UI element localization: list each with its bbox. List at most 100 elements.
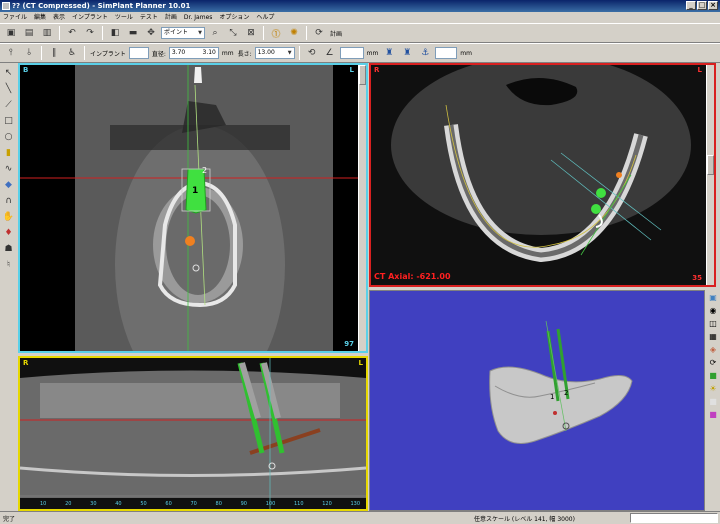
info-icon[interactable]: ⓵ <box>268 25 284 41</box>
extra-field[interactable] <box>435 47 458 59</box>
arch-icon[interactable]: ∩ <box>2 194 15 207</box>
status-progress <box>630 513 718 523</box>
close-button[interactable]: × <box>708 1 718 10</box>
implant-toolbar: ⫯ ⫰ ∥ ♿ インプラント 直径: 3.70 3.10 mm 長さ: 13.0… <box>0 43 720 63</box>
menu-plan[interactable]: 計画 <box>165 12 177 23</box>
diameter-field[interactable]: 3.70 3.10 <box>168 47 219 59</box>
line-icon[interactable]: ╲ <box>2 82 15 95</box>
panoramic-image <box>20 358 366 509</box>
axial-scrollbar[interactable] <box>706 65 714 285</box>
3d-view[interactable]: 1 2 <box>369 290 705 511</box>
diameter-unit: mm <box>221 49 234 57</box>
coronal-right-marker: L <box>349 66 354 74</box>
length-field[interactable]: 13.00 ▼ <box>254 47 295 59</box>
coronal-scroll-thumb[interactable] <box>359 65 366 85</box>
scale-tick: 30 <box>90 501 97 507</box>
open-folder-icon[interactable]: ▣ <box>3 25 19 41</box>
3d-model-image: 1 2 <box>370 291 704 510</box>
window-controls: _ □ × <box>686 1 718 10</box>
surface-icon[interactable]: ◈ <box>708 344 718 354</box>
length-value: 13.00 <box>257 49 275 56</box>
axial-view[interactable]: R L CT Axial: -621.00 35 <box>369 63 716 287</box>
view-side-icon[interactable]: ◉ <box>708 305 718 315</box>
cube-icon[interactable]: ◆ <box>2 178 15 191</box>
axial-image <box>371 65 714 285</box>
window-title: ?? (CT Compressed) - SimPlant Planner 10… <box>12 2 191 10</box>
white-object-icon[interactable]: ■ <box>708 396 718 406</box>
menu-help[interactable]: ヘルプ <box>256 12 274 23</box>
menu-bar: ファイル 編集 表示 インプラント ツール テスト 計画 Dr. James オ… <box>0 12 720 23</box>
measure-icon[interactable]: ⤡ <box>225 25 241 41</box>
menu-view[interactable]: 表示 <box>53 12 65 23</box>
save-icon[interactable]: ▤ <box>21 25 37 41</box>
hand-icon[interactable]: ✋ <box>2 210 15 223</box>
rectangle-icon[interactable]: □ <box>2 114 15 127</box>
scale-tick: 80 <box>215 501 222 507</box>
menu-test[interactable]: テスト <box>140 12 158 23</box>
contrast-icon[interactable]: ◧ <box>107 25 123 41</box>
main-toolbar: ▣ ▤ ▥ ↶ ↷ ◧ ▬ ✥ ポイント ▼ ⌕ ⤡ ⊠ ⓵ ✺ ⟳ 計画 <box>0 23 720 43</box>
scale-tick: 70 <box>190 501 197 507</box>
redo-icon[interactable]: ↷ <box>82 25 98 41</box>
green-object-icon[interactable]: ■ <box>708 370 718 380</box>
scale-tick: 110 <box>293 501 304 507</box>
rotate-icon[interactable]: ⟲ <box>304 45 320 61</box>
tooth-icon[interactable]: ♜ <box>381 45 397 61</box>
menu-file[interactable]: ファイル <box>3 12 27 23</box>
coronal-view[interactable]: 1 2 B L 97 <box>18 63 368 353</box>
menu-user[interactable]: Dr. James <box>184 12 212 23</box>
print-icon[interactable]: ▥ <box>39 25 55 41</box>
anchor-icon[interactable]: ⚓ <box>417 45 433 61</box>
undo-icon[interactable]: ↶ <box>64 25 80 41</box>
light-icon[interactable]: ☀ <box>708 383 718 393</box>
status-text: 完了 <box>3 515 16 523</box>
angle-icon[interactable]: ∠ <box>322 45 338 61</box>
maximize-button[interactable]: □ <box>697 1 707 10</box>
menu-options[interactable]: オプション <box>219 12 249 23</box>
person-icon[interactable]: ☗ <box>2 242 15 255</box>
fit-icon[interactable]: ⊠ <box>243 25 259 41</box>
implant-field[interactable] <box>128 47 149 59</box>
label-icon[interactable]: ▮ <box>2 146 15 159</box>
window-level-icon[interactable]: ▬ <box>125 25 141 41</box>
menu-implant[interactable]: インプラント <box>72 12 108 23</box>
tooth-alt-icon[interactable]: ♜ <box>399 45 415 61</box>
settings-icon[interactable]: ✺ <box>286 25 302 41</box>
scale-tick: 130 <box>350 501 360 507</box>
zoom-icon[interactable]: ⌕ <box>207 25 223 41</box>
abutment-icon[interactable]: ⫰ <box>21 45 37 61</box>
axial-right-marker: L <box>697 66 702 74</box>
implant-icon[interactable]: ⫯ <box>3 45 19 61</box>
curve-icon[interactable]: ∿ <box>2 162 15 175</box>
axial-scroll-thumb[interactable] <box>707 155 714 175</box>
coronal-left-marker: B <box>23 66 29 74</box>
sinus-icon[interactable]: ♦ <box>2 226 15 239</box>
app-window: ?? (CT Compressed) - SimPlant Planner 10… <box>0 0 720 524</box>
coronal-image: 1 2 <box>20 65 366 351</box>
rotate3d-icon[interactable]: ⟳ <box>708 357 718 367</box>
parallel-icon[interactable]: ∥ <box>46 45 62 61</box>
3d-implant-1: 1 <box>550 393 554 401</box>
minimize-button[interactable]: _ <box>686 1 696 10</box>
view-front-icon[interactable]: ▣ <box>708 292 718 302</box>
panoramic-view[interactable]: R L 10 20 30 40 50 60 70 80 90 100 110 1… <box>18 356 368 511</box>
chair-icon[interactable]: ♿ <box>64 45 80 61</box>
plan-button[interactable]: 計画 <box>330 29 342 38</box>
menu-tools[interactable]: ツール <box>115 12 133 23</box>
value-unit: mm <box>366 49 379 57</box>
pointer-icon[interactable]: ↖ <box>2 66 15 79</box>
polyline-icon[interactable]: ⟋ <box>2 98 15 111</box>
toolbar-separator <box>263 26 264 40</box>
scale-tick: 20 <box>65 501 72 507</box>
value-field[interactable] <box>339 47 364 59</box>
purple-object-icon[interactable]: ■ <box>708 409 718 419</box>
view-top-icon[interactable]: ◫ <box>708 318 718 328</box>
pan-icon[interactable]: ✥ <box>143 25 159 41</box>
tool-dropdown[interactable]: ポイント ▼ <box>161 27 205 39</box>
menu-edit[interactable]: 編集 <box>34 12 46 23</box>
coronal-scrollbar[interactable] <box>358 65 366 351</box>
circle-icon[interactable]: ○ <box>2 130 15 143</box>
diameter-value: 3.70 <box>171 49 186 56</box>
tooth-icon[interactable]: ♮ <box>2 258 15 271</box>
volume-icon[interactable]: ▦ <box>708 331 718 341</box>
